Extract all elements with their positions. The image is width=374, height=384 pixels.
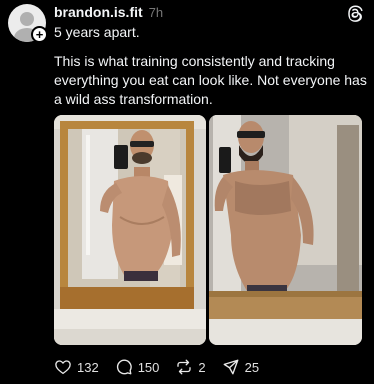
follow-button[interactable]: + — [31, 26, 48, 43]
reply-button[interactable]: 150 — [115, 358, 160, 376]
action-bar: 132 150 2 25 — [54, 357, 275, 377]
repost-icon — [177, 359, 192, 375]
heart-icon — [55, 360, 71, 375]
repost-count: 2 — [198, 359, 206, 375]
post-header: brandon.is.fit 7h — [54, 4, 364, 22]
share-button[interactable]: 25 — [222, 358, 259, 376]
like-count: 132 — [77, 359, 99, 375]
mirror-selfie-before-image — [54, 115, 206, 345]
before-photo[interactable] — [54, 115, 206, 345]
comment-icon — [116, 359, 132, 375]
threads-icon[interactable] — [346, 4, 364, 22]
username[interactable]: brandon.is.fit — [54, 4, 143, 20]
share-icon — [223, 359, 239, 375]
timestamp: 7h — [148, 5, 164, 20]
post-text: This is what training consistently and t… — [54, 53, 367, 107]
like-button[interactable]: 132 — [54, 358, 99, 376]
after-photo[interactable] — [209, 115, 362, 345]
repost-button[interactable]: 2 — [175, 358, 206, 376]
reply-count: 150 — [137, 359, 160, 375]
mirror-selfie-after-image — [209, 115, 362, 345]
post-subline: 5 years apart. — [54, 24, 140, 40]
share-count: 25 — [244, 359, 260, 375]
